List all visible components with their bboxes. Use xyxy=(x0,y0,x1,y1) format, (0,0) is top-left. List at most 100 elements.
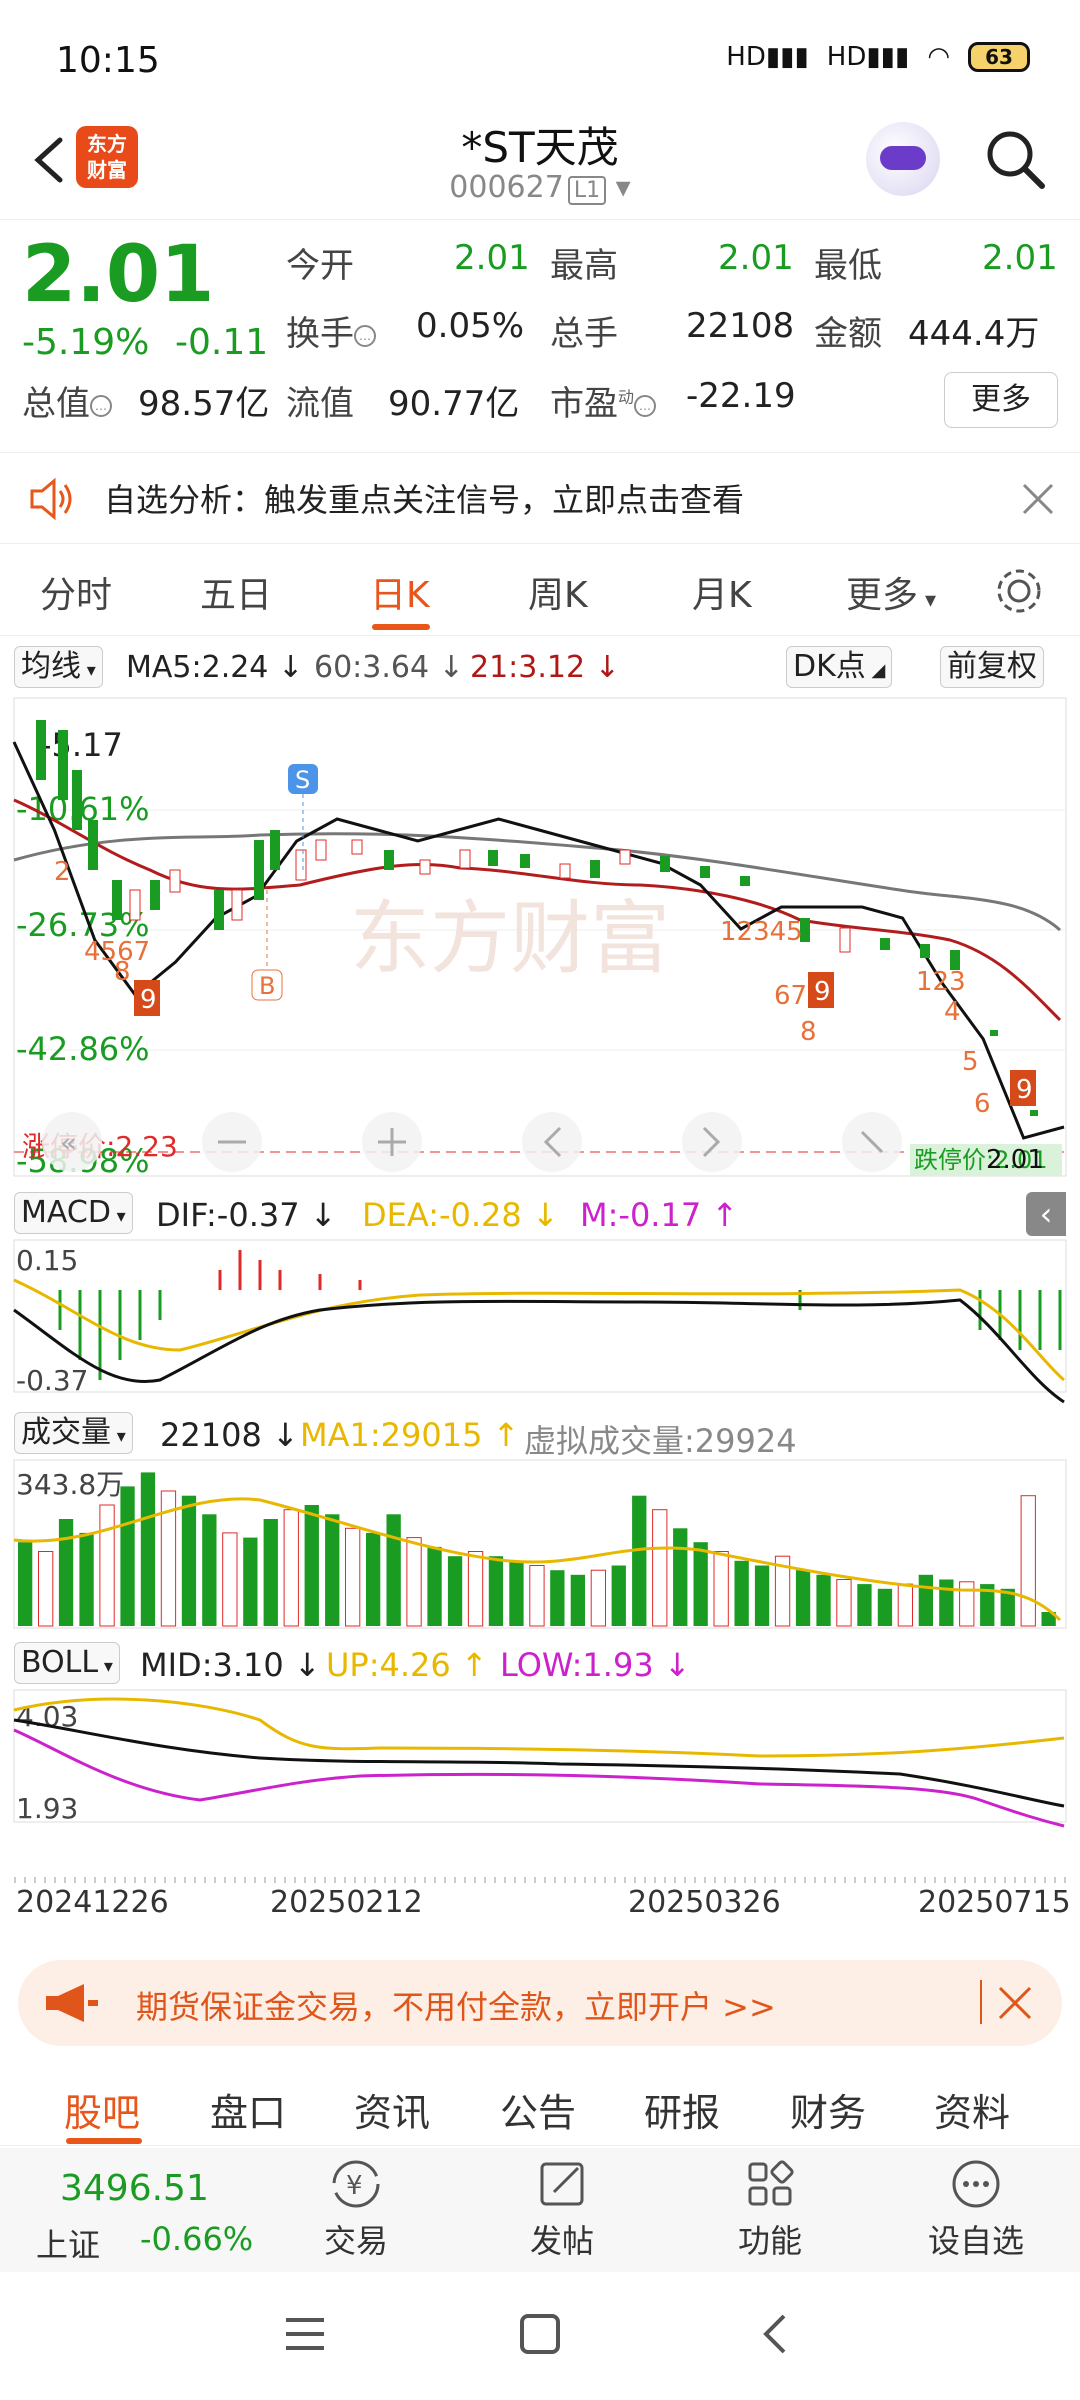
notice-text: 自选分析：触发重点关注信号，立即点击查看 xyxy=(104,481,745,519)
volume-bar xyxy=(386,1514,401,1626)
collapse-panel-icon[interactable]: ‹ xyxy=(1026,1192,1066,1236)
status-bar: 10:15 HD▮▮▮ HD▮▮▮ ◠ 63 xyxy=(0,0,1080,110)
boll-up: UP:4.26 ↑ xyxy=(326,1646,488,1684)
boll-dropdown[interactable]: BOLL ▾ xyxy=(14,1642,120,1684)
level-badge: L1 xyxy=(567,176,607,205)
turnover-label: 换手 xyxy=(286,314,354,354)
gear-icon[interactable] xyxy=(992,564,1046,618)
post-button[interactable]: 发帖 xyxy=(492,2156,632,2262)
dif-value: DIF:-0.37 ↓ xyxy=(156,1196,337,1234)
add-watchlist-button[interactable]: 设自选 xyxy=(906,2156,1046,2262)
current-price: 2.01 xyxy=(22,230,215,320)
volume-bar xyxy=(18,1542,33,1626)
tab-profile[interactable]: 资料 xyxy=(934,2082,1010,2137)
volume-bars xyxy=(18,1472,1056,1627)
macd-dropdown[interactable]: MACD ▾ xyxy=(14,1192,133,1234)
notice-bar[interactable]: 自选分析：触发重点关注信号，立即点击查看 xyxy=(0,452,1080,544)
ma-dropdown[interactable]: 均线 ▾ xyxy=(14,646,103,688)
features-button[interactable]: 功能 xyxy=(700,2156,840,2262)
volume-value: 22108 xyxy=(686,306,795,346)
volume-bar xyxy=(366,1532,381,1626)
menu-icon[interactable] xyxy=(280,2312,330,2356)
tab-monthly-k[interactable]: 月K xyxy=(692,566,752,618)
post-label: 发帖 xyxy=(529,2222,594,2260)
macd-bottom-label: -0.37 xyxy=(16,1364,88,1397)
tab-five-day[interactable]: 五日 xyxy=(200,566,272,618)
chart-area[interactable]: 东方财富 -5.17 -10.61% -26.73% -42.86% -58.9… xyxy=(0,690,1080,1950)
more-button[interactable]: 更多 xyxy=(944,372,1058,428)
boll-low: LOW:1.93 ↓ xyxy=(500,1646,691,1684)
svg-text:S: S xyxy=(295,766,310,794)
dk-dropdown[interactable]: DK点 ◢ xyxy=(786,646,893,688)
signal-icon: HD▮▮▮ xyxy=(726,42,809,72)
close-icon[interactable] xyxy=(996,1984,1034,2022)
tab-intraday[interactable]: 分时 xyxy=(40,566,112,618)
tab-research[interactable]: 研报 xyxy=(644,2082,720,2137)
home-icon[interactable] xyxy=(516,2310,564,2358)
info-icon[interactable]: … xyxy=(90,394,112,417)
svg-text:20250326: 20250326 xyxy=(628,1885,781,1920)
tab-news[interactable]: 资讯 xyxy=(354,2082,430,2137)
trade-button[interactable]: ¥ 交易 xyxy=(286,2156,426,2262)
ma21-value: 21:3.12 ↓ xyxy=(470,650,620,685)
index-value[interactable]: 3496.51 xyxy=(60,2168,209,2209)
index-change[interactable]: -0.66% xyxy=(140,2220,253,2258)
volume-bar xyxy=(58,1519,74,1626)
tab-announcements[interactable]: 公告 xyxy=(500,2082,576,2137)
chevron-left-icon[interactable] xyxy=(522,1112,582,1172)
megaphone-icon xyxy=(46,1984,98,2022)
volume-top-label: 343.8万 xyxy=(16,1468,124,1501)
tab-forum[interactable]: 股吧 xyxy=(64,2082,140,2137)
turnover-value: 0.05% xyxy=(416,306,525,346)
high-label: 最高 xyxy=(550,246,618,286)
adjust-button[interactable]: 前复权 xyxy=(940,646,1044,688)
battery-icon: 63 xyxy=(968,42,1030,72)
status-icons: HD▮▮▮ HD▮▮▮ ◠ 63 xyxy=(726,42,1030,72)
chevron-down-icon: ▾ xyxy=(606,170,631,205)
dea-line xyxy=(13,1278,1065,1382)
kline-chart[interactable]: 东方财富 -5.17 -10.61% -26.73% -42.86% -58.9… xyxy=(0,690,1080,1950)
open-label: 今开 xyxy=(286,246,354,286)
amount-label: 金额 xyxy=(814,314,882,354)
svg-text:5: 5 xyxy=(962,1047,979,1077)
svg-text:67: 67 xyxy=(774,981,807,1011)
volume-bar xyxy=(836,1579,852,1627)
more-dots-icon xyxy=(952,2160,1000,2208)
volume-bar xyxy=(243,1537,258,1626)
index-name[interactable]: 上证 xyxy=(36,2220,100,2266)
svg-text:20250715: 20250715 xyxy=(918,1885,1071,1920)
yuan-exchange-icon: ¥ xyxy=(332,2160,380,2208)
volume-bar xyxy=(590,1569,607,1627)
volume-bar xyxy=(611,1565,626,1626)
volume-bar xyxy=(447,1556,463,1626)
tab-financials[interactable]: 财务 xyxy=(790,2082,866,2137)
tab-daily-k[interactable]: 日K xyxy=(370,566,430,618)
boll-bottom-label: 1.93 xyxy=(16,1792,78,1825)
assistant-robot-icon[interactable] xyxy=(866,122,940,196)
volume-bar xyxy=(632,1495,647,1626)
back-icon[interactable] xyxy=(752,2310,800,2358)
banner-text: 期货保证金交易，不用付全款，立即开户 >> xyxy=(136,1988,776,2026)
chevron-right-icon[interactable] xyxy=(682,1112,742,1172)
volume-bar xyxy=(918,1574,933,1626)
svg-text:B: B xyxy=(259,972,275,1000)
info-icon[interactable]: … xyxy=(354,324,376,347)
svg-text:12345: 12345 xyxy=(720,917,803,947)
tab-weekly-k[interactable]: 周K xyxy=(528,566,588,618)
volume-bar xyxy=(652,1509,668,1627)
close-icon[interactable] xyxy=(1018,479,1058,519)
tab-order-book[interactable]: 盘口 xyxy=(210,2082,286,2137)
volume-bar xyxy=(222,1532,238,1627)
info-icon[interactable]: … xyxy=(634,394,657,417)
last-price-label: 2.01 xyxy=(986,1145,1044,1175)
search-icon[interactable] xyxy=(980,124,1050,194)
volume-dropdown[interactable]: 成交量 ▾ xyxy=(14,1412,133,1454)
quote-panel: 2.01 -5.19% -0.11 今开 2.01 最高 2.01 最低 2.0… xyxy=(0,222,1080,450)
volume-bar xyxy=(283,1509,299,1627)
tab-more[interactable]: 更多 ▾ xyxy=(846,566,936,618)
promo-banner[interactable]: 期货保证金交易，不用付全款，立即开户 >> xyxy=(18,1960,1062,2046)
macd-row: MACD ▾ DIF:-0.37 ↓ DEA:-0.28 ↓ M:-0.17 ↑… xyxy=(0,1192,1080,1242)
price-label: -42.86% xyxy=(16,1030,150,1068)
speaker-icon xyxy=(30,477,72,521)
volume-bar xyxy=(816,1574,831,1626)
